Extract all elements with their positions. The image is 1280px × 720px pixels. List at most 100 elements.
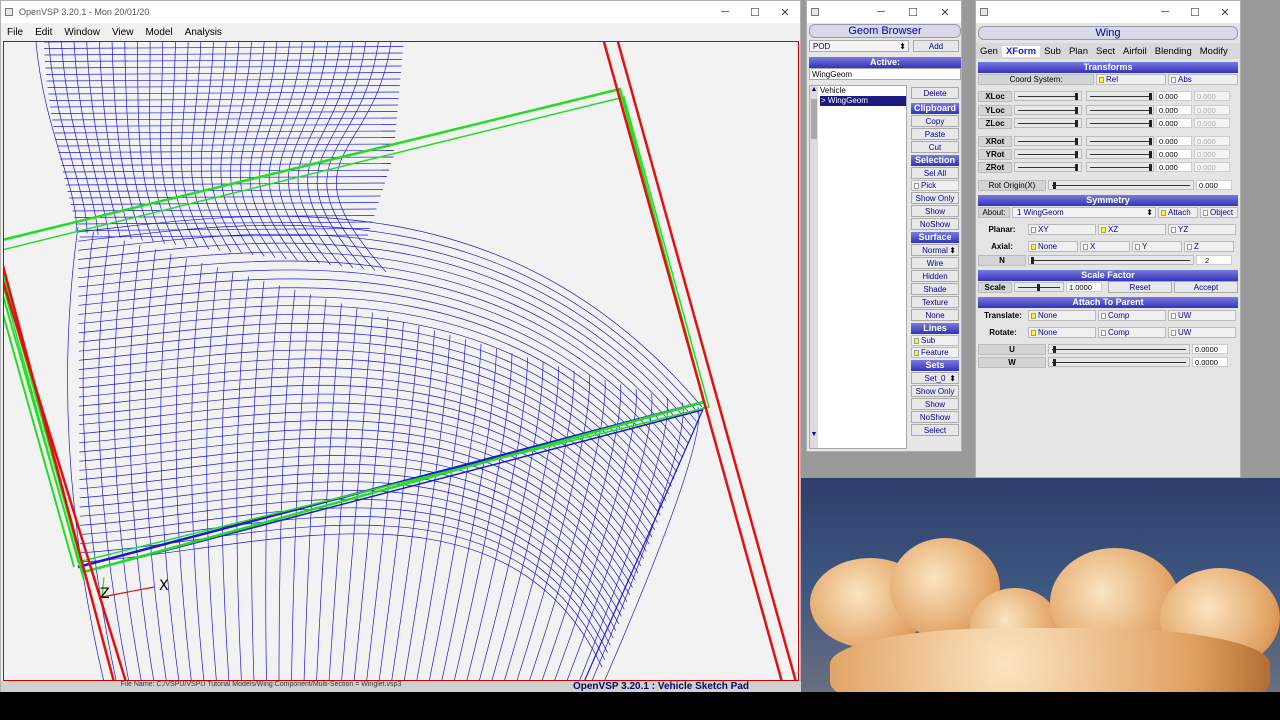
transform-slider[interactable] (1014, 136, 1082, 146)
planar-yz-checkbox[interactable] (1171, 226, 1176, 233)
axial-none-checkbox[interactable] (1031, 243, 1036, 250)
tab-sub[interactable]: Sub (1040, 46, 1065, 57)
cut-button[interactable]: Cut (911, 141, 959, 153)
transform-value[interactable]: 0.000 (1156, 105, 1192, 115)
sub-checkbox[interactable] (914, 338, 919, 344)
transform-value[interactable]: 0.000 (1156, 91, 1192, 101)
sub-toggle[interactable]: Sub (911, 335, 959, 346)
tree-item-vehicle[interactable]: Vehicle (820, 86, 906, 96)
menu-window[interactable]: Window (58, 27, 106, 38)
transform-slider[interactable] (1014, 149, 1082, 159)
axial-z-checkbox[interactable] (1187, 243, 1192, 250)
close-icon[interactable]: ✕ (770, 6, 800, 19)
close-icon[interactable]: ✕ (1210, 6, 1240, 19)
translate-uw-checkbox[interactable] (1171, 312, 1176, 319)
w-value[interactable]: 0.0000 (1192, 357, 1228, 367)
transform-slider[interactable] (1014, 91, 1082, 101)
axial-z-toggle[interactable]: Z (1184, 240, 1234, 252)
texture-button[interactable]: Texture (911, 296, 959, 308)
wireframe-view[interactable]: ZX (4, 42, 799, 681)
feature-toggle[interactable]: Feature (911, 347, 959, 358)
copy-button[interactable]: Copy (911, 115, 959, 127)
planar-xz-checkbox[interactable] (1101, 226, 1106, 233)
hidden-button[interactable]: Hidden (911, 270, 959, 282)
sets-select-button[interactable]: Select (911, 424, 959, 436)
pick-checkbox[interactable] (914, 183, 919, 189)
tab-gen[interactable]: Gen (976, 46, 1002, 57)
axial-y-toggle[interactable]: Y (1132, 240, 1182, 252)
scroll-up-icon[interactable]: ▲ (810, 86, 818, 93)
minimize-icon[interactable]: ─ (1150, 6, 1180, 19)
w-slider[interactable] (1048, 357, 1190, 367)
n-value[interactable]: 2 (1196, 255, 1232, 265)
menu-model[interactable]: Model (139, 27, 178, 38)
rotate-comp-toggle[interactable]: Comp (1098, 326, 1166, 338)
object-toggle[interactable]: Object (1200, 206, 1238, 218)
menu-edit[interactable]: Edit (29, 27, 58, 38)
maximize-icon[interactable]: ☐ (1180, 6, 1210, 19)
transform-value[interactable]: 0.000 (1156, 149, 1192, 159)
maximize-icon[interactable]: ☐ (897, 6, 929, 19)
n-slider[interactable] (1028, 255, 1194, 265)
accept-button[interactable]: Accept (1174, 281, 1238, 293)
u-slider[interactable] (1048, 344, 1190, 354)
rotate-none-checkbox[interactable] (1031, 329, 1036, 336)
active-geom-field[interactable]: WingGeom (809, 68, 961, 80)
reset-button[interactable]: Reset (1108, 281, 1172, 293)
scroll-down-icon[interactable]: ▼ (810, 431, 818, 438)
minimize-icon[interactable]: ─ (865, 6, 897, 19)
tab-xform[interactable]: XForm (1001, 45, 1041, 57)
menu-file[interactable]: File (1, 27, 29, 38)
none-button[interactable]: None (911, 309, 959, 321)
planar-xy-toggle[interactable]: XY (1028, 223, 1096, 235)
about-select[interactable]: 1 WingGeom ⬍ (1012, 206, 1156, 218)
add-button[interactable]: Add (913, 40, 959, 52)
transform-fine-slider[interactable] (1086, 162, 1154, 172)
translate-comp-toggle[interactable]: Comp (1098, 309, 1166, 321)
geom-tree[interactable]: ▲ ▼ Vehicle > WingGeom (809, 85, 907, 449)
tab-plan[interactable]: Plan (1065, 46, 1092, 57)
surface-select[interactable]: Normal ⬍ (911, 244, 959, 256)
transform-fine-slider[interactable] (1086, 91, 1154, 101)
translate-none-toggle[interactable]: None (1028, 309, 1096, 321)
attach-checkbox[interactable] (1161, 209, 1166, 216)
tab-blending[interactable]: Blending (1151, 46, 1196, 57)
sel-show-button[interactable]: Show (911, 205, 959, 217)
scroll-thumb[interactable] (811, 99, 817, 139)
rotate-uw-toggle[interactable]: UW (1168, 326, 1236, 338)
sets-show-button[interactable]: Show (911, 398, 959, 410)
rotate-none-toggle[interactable]: None (1028, 326, 1096, 338)
minimize-icon[interactable]: ─ (710, 6, 740, 19)
planar-yz-toggle[interactable]: YZ (1168, 223, 1236, 235)
sets-noshow-button[interactable]: NoShow (911, 411, 959, 423)
attach-toggle[interactable]: Attach (1158, 206, 1198, 218)
close-icon[interactable]: ✕ (929, 6, 961, 19)
shade-button[interactable]: Shade (911, 283, 959, 295)
tab-sect[interactable]: Sect (1092, 46, 1119, 57)
transform-value[interactable]: 0.000 (1156, 162, 1192, 172)
abs-checkbox[interactable] (1171, 76, 1176, 83)
sel-noshow-button[interactable]: NoShow (911, 218, 959, 230)
axial-x-checkbox[interactable] (1083, 243, 1088, 250)
transform-fine-slider[interactable] (1086, 105, 1154, 115)
wire-button[interactable]: Wire (911, 257, 959, 269)
sets-select[interactable]: Set_0 ⬍ (911, 372, 959, 384)
translate-comp-checkbox[interactable] (1101, 312, 1106, 319)
transform-slider[interactable] (1014, 162, 1082, 172)
viewport-canvas[interactable]: ZX (3, 41, 799, 681)
tree-scrollbar[interactable]: ▲ ▼ (810, 86, 818, 448)
tab-modify[interactable]: Modify (1196, 46, 1232, 57)
rotate-uw-checkbox[interactable] (1171, 329, 1176, 336)
transform-slider[interactable] (1014, 105, 1082, 115)
scale-value[interactable]: 1.0000 (1066, 282, 1102, 292)
object-checkbox[interactable] (1203, 209, 1208, 216)
menu-view[interactable]: View (106, 27, 140, 38)
feature-checkbox[interactable] (914, 350, 919, 356)
transform-fine-slider[interactable] (1086, 149, 1154, 159)
menu-analysis[interactable]: Analysis (179, 27, 228, 38)
scale-slider[interactable] (1014, 282, 1064, 292)
delete-button[interactable]: Delete (911, 87, 959, 99)
tree-item-winggeom[interactable]: > WingGeom (820, 96, 906, 106)
translate-none-checkbox[interactable] (1031, 312, 1036, 319)
axial-y-checkbox[interactable] (1135, 243, 1140, 250)
